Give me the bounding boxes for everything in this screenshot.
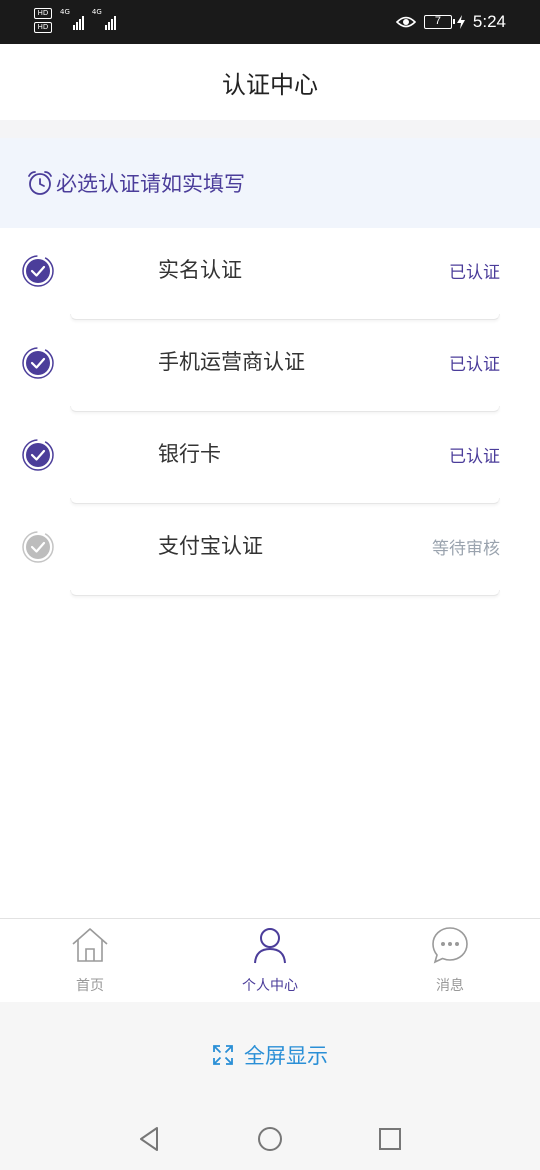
fullscreen-button[interactable]: 全屏显示: [0, 1002, 540, 1108]
alarm-clock-icon: [28, 171, 52, 195]
verified-check-icon: [22, 439, 54, 471]
item-label: 手机运营商认证: [158, 350, 305, 374]
tab-profile[interactable]: 个人中心: [180, 919, 360, 1002]
tab-label: 个人中心: [242, 978, 298, 994]
header-divider: [0, 120, 540, 138]
item-status: 等待审核: [432, 539, 500, 559]
verification-item-realname[interactable]: 实名认证 已认证: [0, 228, 540, 320]
signal-icon-2: 4G: [92, 8, 116, 30]
chat-icon: [432, 927, 468, 964]
expand-icon: [213, 1045, 233, 1065]
verified-check-icon: [22, 255, 54, 287]
signal-icon-1: 4G: [60, 8, 84, 30]
charging-icon: [456, 15, 465, 29]
eye-comfort-icon: [395, 16, 416, 28]
status-bar: HD HD 4G 4G 7 5:24: [0, 0, 540, 44]
item-label: 实名认证: [158, 258, 242, 282]
network-type-2: 4G: [91, 8, 102, 16]
verification-list: 实名认证 已认证 手机运营商认证 已认证 银行卡 已认证 支付宝认证 等待审核: [0, 228, 540, 596]
verified-check-icon: [22, 347, 54, 379]
tab-home[interactable]: 首页: [0, 919, 180, 1002]
hd-badge-sim1: HD: [34, 8, 52, 19]
network-type-1: 4G: [60, 8, 70, 16]
item-status: 已认证: [449, 447, 500, 467]
notice-text: 必选认证请如实填写: [56, 172, 245, 196]
page-header: 认证中心: [0, 44, 540, 120]
home-circle-icon[interactable]: [255, 1124, 285, 1154]
status-bar-left: HD HD 4G 4G: [34, 8, 116, 38]
fullscreen-label: 全屏显示: [244, 1044, 328, 1068]
recents-icon[interactable]: [375, 1124, 405, 1154]
verification-item-carrier[interactable]: 手机运营商认证 已认证: [0, 320, 540, 412]
bottom-tab-bar: 首页 个人中心 消息: [0, 918, 540, 1002]
item-status: 已认证: [449, 263, 500, 283]
item-label: 支付宝认证: [158, 534, 263, 558]
verification-item-bankcard[interactable]: 银行卡 已认证: [0, 412, 540, 504]
verification-item-alipay[interactable]: 支付宝认证 等待审核: [0, 504, 540, 596]
hd-badge-sim2: HD: [34, 22, 52, 33]
status-bar-right: 7 5:24: [395, 11, 506, 33]
home-icon: [72, 928, 108, 962]
item-label: 银行卡: [158, 442, 221, 466]
tab-label: 消息: [436, 978, 464, 994]
tab-label: 首页: [76, 978, 104, 994]
page-title: 认证中心: [222, 70, 318, 99]
notice-banner: 必选认证请如实填写: [0, 138, 540, 228]
battery-icon: 7: [423, 15, 455, 29]
row-divider: [70, 590, 500, 596]
back-icon[interactable]: [135, 1124, 165, 1154]
tab-messages[interactable]: 消息: [360, 919, 540, 1002]
clock: 5:24: [472, 12, 506, 31]
user-icon: [254, 928, 286, 964]
item-status: 已认证: [449, 355, 500, 375]
system-nav-bar: [0, 1108, 540, 1170]
pending-check-icon: [22, 531, 54, 563]
